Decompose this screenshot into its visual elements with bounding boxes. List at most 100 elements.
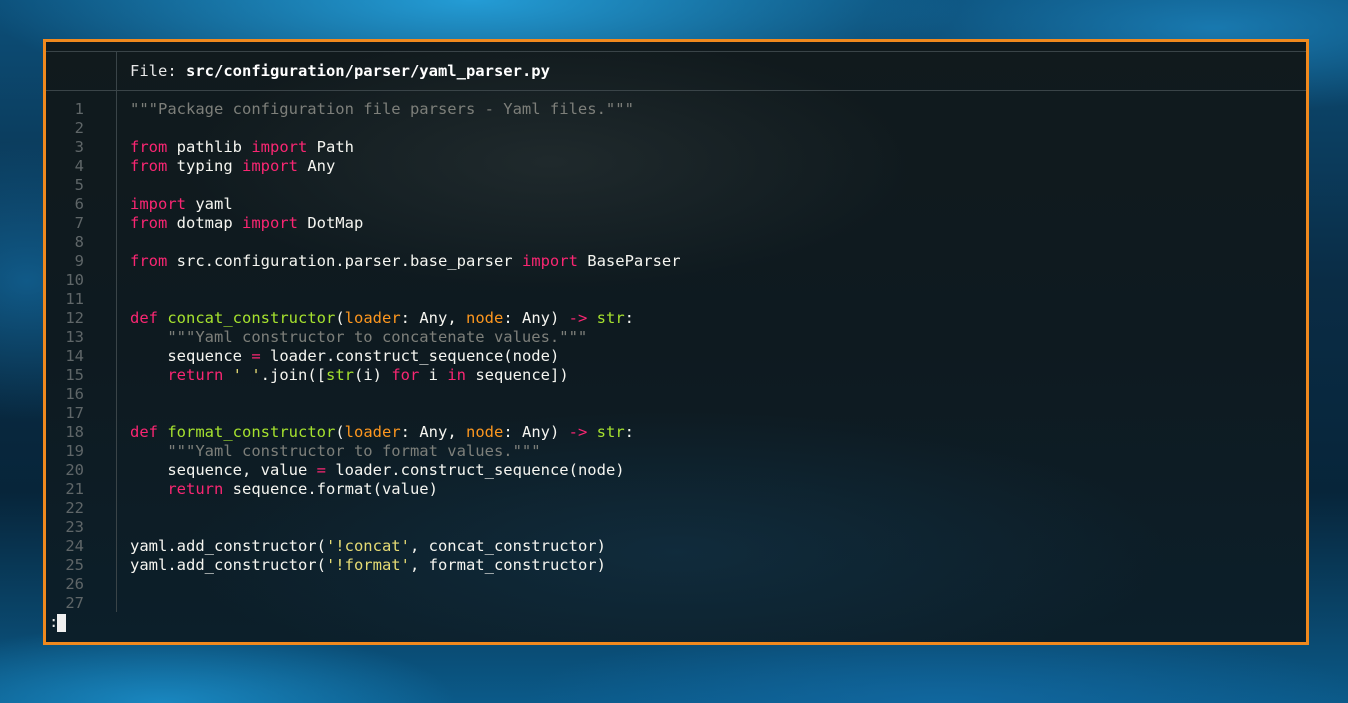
- line-number: 20: [65, 461, 84, 479]
- code-token: : Any): [503, 309, 569, 327]
- line-number: 8: [74, 233, 84, 251]
- code-token: : Any): [503, 423, 569, 441]
- code-line: 10: [46, 271, 1246, 290]
- code-line: 6 import yaml: [46, 195, 1246, 214]
- line-number: 17: [65, 404, 84, 422]
- line-number: 7: [74, 214, 84, 232]
- code-token: , format_constructor): [409, 556, 606, 574]
- line-number: 19: [65, 442, 84, 460]
- line-number: 1: [74, 100, 84, 118]
- line-number: 2: [74, 119, 84, 137]
- line-source: def format_constructor(loader: Any, node…: [130, 423, 634, 442]
- code-token: DotMap: [297, 214, 364, 232]
- line-number: 10: [65, 271, 84, 289]
- code-line: 14 sequence = loader.construct_sequence(…: [46, 347, 1246, 366]
- code-line: 23: [46, 518, 1246, 537]
- code-line: 16: [46, 385, 1246, 404]
- code-token: for: [391, 366, 420, 384]
- line-number: 18: [65, 423, 84, 441]
- code-token: :: [624, 309, 635, 327]
- code-token: '!concat': [325, 537, 410, 555]
- code-line: 21 return sequence.format(value): [46, 480, 1246, 499]
- code-token: (: [335, 423, 345, 441]
- code-token: typing: [167, 157, 242, 175]
- code-line: 17: [46, 404, 1246, 423]
- code-line: 4 from typing import Any: [46, 157, 1246, 176]
- line-number: 3: [74, 138, 84, 156]
- line-source: return sequence.format(value): [130, 480, 438, 499]
- line-source: yaml.add_constructor('!concat', concat_c…: [130, 537, 606, 556]
- code-token: import: [521, 252, 578, 270]
- code-token: in: [447, 366, 466, 384]
- code-line: 15 return ' '.join([str(i) for i in sequ…: [46, 366, 1246, 385]
- code-token: def: [130, 423, 158, 441]
- code-line: 9 from src.configuration.parser.base_pars…: [46, 252, 1246, 271]
- code-line: 27: [46, 594, 1246, 613]
- line-number: 5: [74, 176, 84, 194]
- code-token: loader.construct_sequence(node): [325, 461, 625, 479]
- code-token: loader: [344, 309, 401, 327]
- line-number: 14: [65, 347, 84, 365]
- code-line: 25 yaml.add_constructor('!format', format…: [46, 556, 1246, 575]
- code-token: return: [167, 366, 224, 384]
- code-token: i: [419, 366, 448, 384]
- line-source: def concat_constructor(loader: Any, node…: [130, 309, 634, 328]
- code-token: :: [624, 423, 635, 441]
- code-token: sequence]): [466, 366, 569, 384]
- line-source: yaml.add_constructor('!format', format_c…: [130, 556, 606, 575]
- code-token: src.configuration.parser.base_parser: [167, 252, 522, 270]
- code-token: =: [251, 347, 261, 365]
- code-token: yaml.add_constructor(: [130, 537, 326, 555]
- code-token: import: [251, 138, 308, 156]
- line-number: 13: [65, 328, 84, 346]
- code-token: return: [167, 480, 224, 498]
- code-line: 20 sequence, value = loader.construct_se…: [46, 461, 1246, 480]
- code-token: str: [326, 366, 354, 384]
- line-number: 16: [65, 385, 84, 403]
- code-token: import: [241, 157, 298, 175]
- line-source: sequence, value = loader.construct_seque…: [130, 461, 625, 480]
- code-token: ' ': [232, 366, 261, 384]
- code-token: Path: [307, 138, 354, 156]
- code-token: def: [130, 309, 158, 327]
- code-line: 22: [46, 499, 1246, 518]
- code-token: ->: [568, 423, 588, 441]
- file-path: src/configuration/parser/yaml_parser.py: [186, 62, 550, 80]
- code-line: 26: [46, 575, 1246, 594]
- code-token: import: [241, 214, 298, 232]
- code-view[interactable]: 1 """Package configuration file parsers -…: [46, 100, 1246, 613]
- line-source: from pathlib import Path: [130, 138, 354, 157]
- code-token: from: [130, 252, 168, 270]
- code-line: 3 from pathlib import Path: [46, 138, 1246, 157]
- code-token: sequence.format(value): [223, 480, 438, 498]
- code-token: from: [130, 138, 168, 156]
- code-line: 24 yaml.add_constructor('!concat', concat…: [46, 537, 1246, 556]
- code-token: """Yaml constructor to format values.""": [167, 442, 541, 460]
- file-title: File: src/configuration/parser/yaml_pars…: [130, 62, 550, 80]
- code-token: (i): [354, 366, 392, 384]
- code-token: (: [335, 309, 345, 327]
- code-token: yaml.add_constructor(: [130, 556, 326, 574]
- code-token: , concat_constructor): [409, 537, 606, 555]
- line-number: 21: [65, 480, 84, 498]
- line-number: 25: [65, 556, 84, 574]
- code-token: """Package configuration file parsers - …: [130, 100, 634, 118]
- line-number: 24: [65, 537, 84, 555]
- code-line: 8: [46, 233, 1246, 252]
- code-token: format_constructor: [167, 423, 336, 441]
- code-token: node: [466, 423, 504, 441]
- line-number: 23: [65, 518, 84, 536]
- code-token: Any: [297, 157, 336, 175]
- code-line: 12 def concat_constructor(loader: Any, no…: [46, 309, 1246, 328]
- text-cursor[interactable]: [57, 614, 66, 632]
- code-token: sequence: [130, 347, 252, 365]
- code-token: loader.construct_sequence(node): [260, 347, 560, 365]
